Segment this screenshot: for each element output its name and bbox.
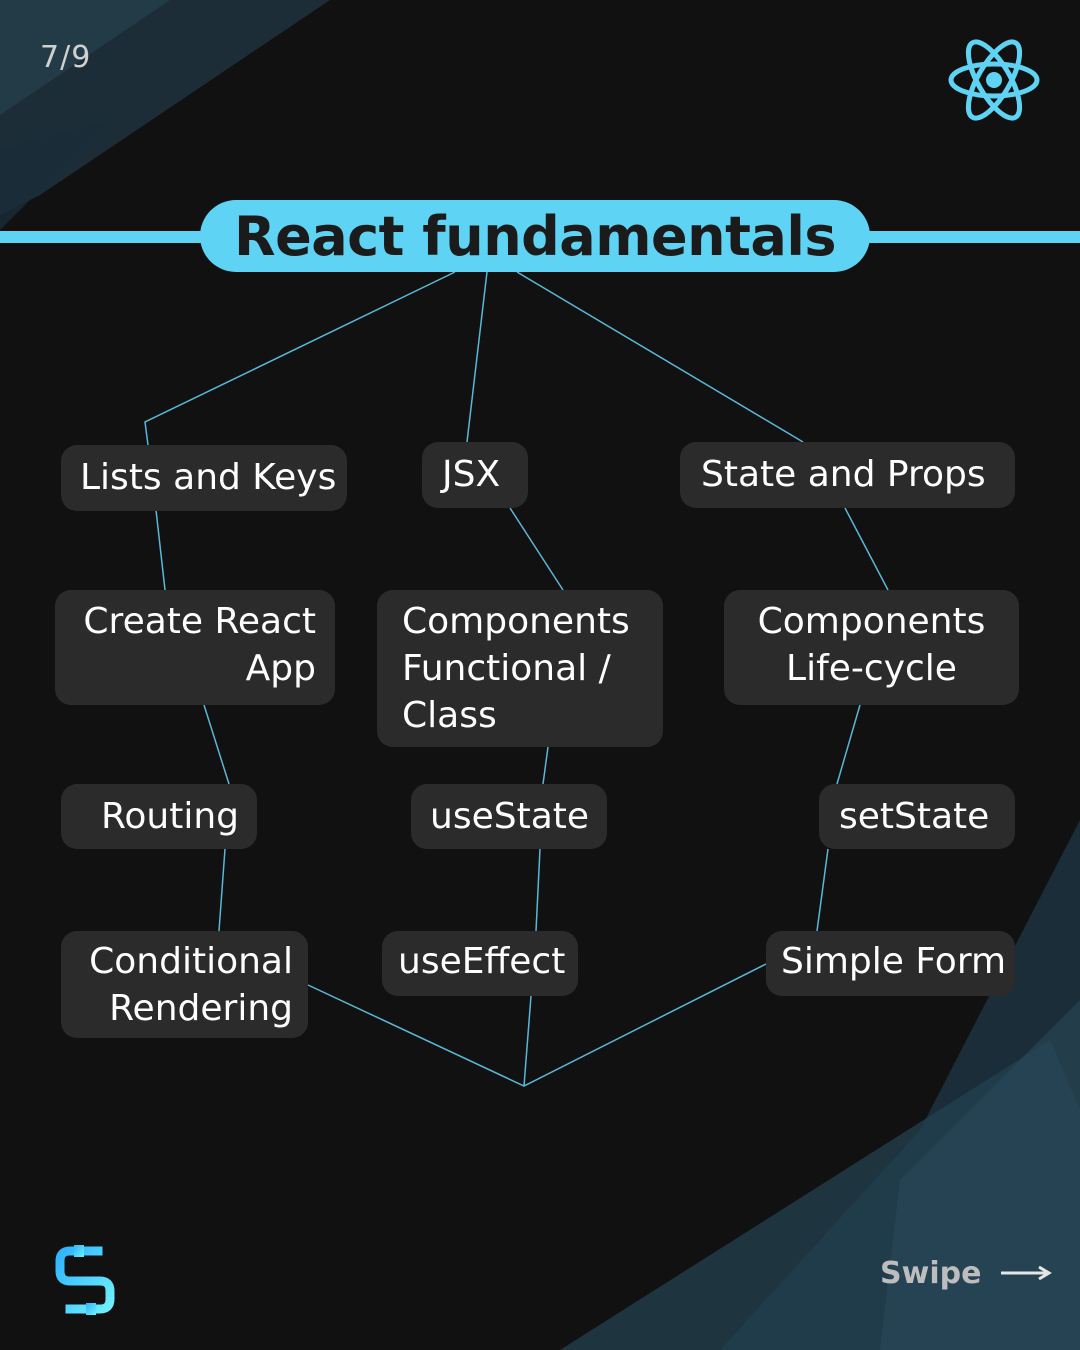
connector-lifecycle-setstate — [836, 704, 861, 785]
node-components-life-cycle: Components Life-cycle — [724, 590, 1019, 705]
connector-lists-create — [155, 509, 166, 591]
connector-state-lifecycle — [844, 507, 889, 591]
connector-components-usestate — [542, 746, 549, 785]
slide-counter: 7/9 — [40, 40, 92, 75]
connector-useeffect-join — [523, 995, 532, 1087]
connector-usestate-useeffect — [535, 848, 541, 932]
swipe-label: Swipe — [880, 1255, 982, 1291]
connector-create-routing — [203, 704, 230, 785]
connector-title-lists — [144, 271, 456, 446]
arrow-right-icon — [1001, 1265, 1053, 1281]
node-use-state: useState — [411, 784, 607, 849]
node-conditional-rendering: Conditional Rendering — [61, 931, 308, 1038]
node-routing: Routing — [61, 784, 257, 849]
node-lists-and-keys: Lists and Keys — [61, 445, 347, 511]
page-title: React fundamentals — [234, 204, 836, 268]
connector-setstate-simpleform — [816, 848, 829, 932]
connector-title-jsx — [466, 271, 488, 443]
node-components-functional-class: Components Functional / Class — [377, 590, 663, 747]
node-create-react-app: Create React App — [55, 590, 335, 705]
node-set-state: setState — [819, 784, 1015, 849]
swipe-hint[interactable]: Swipe — [880, 1253, 1053, 1293]
node-use-effect: useEffect — [382, 931, 578, 996]
connector-jsx-components — [509, 507, 564, 591]
node-jsx: JSX — [422, 442, 528, 508]
brand-s-logo-icon — [55, 1245, 115, 1315]
connector-routing-conditional — [218, 848, 226, 932]
title-banner: React fundamentals — [200, 200, 870, 272]
react-atom-icon — [948, 39, 1040, 121]
node-simple-form: Simple Form — [766, 931, 1015, 996]
connector-title-state — [516, 271, 804, 443]
node-state-and-props: State and Props — [680, 442, 1015, 508]
